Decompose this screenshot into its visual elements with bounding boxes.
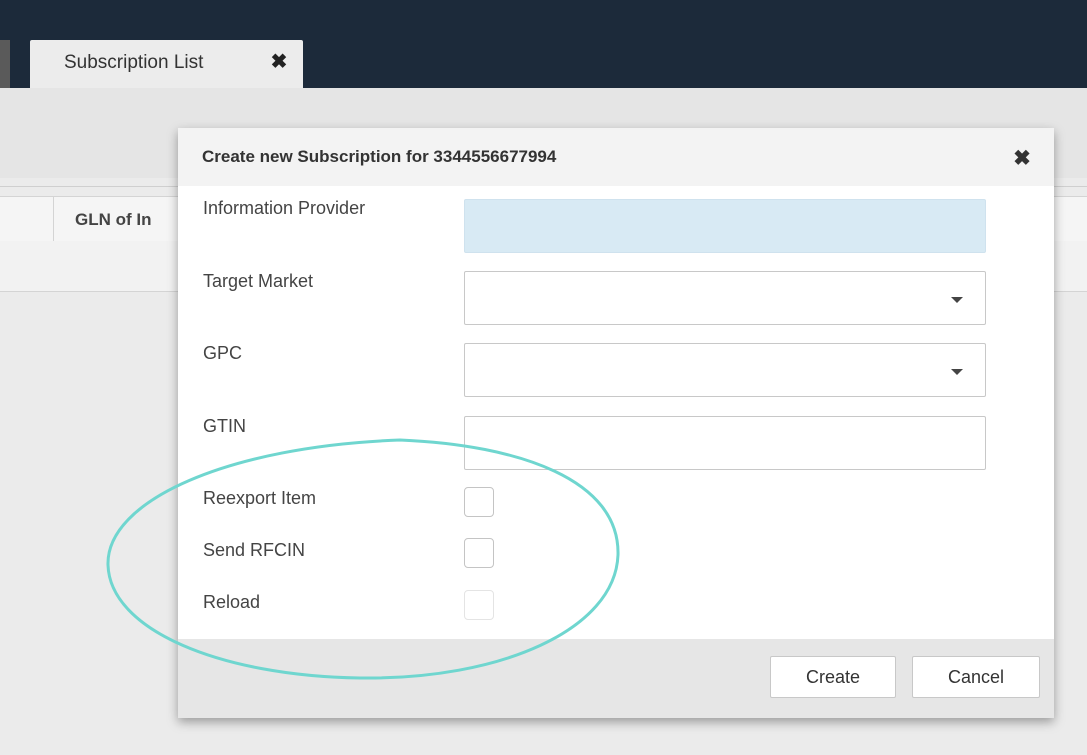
tab-label: Subscription List (64, 52, 204, 73)
chevron-down-icon (951, 297, 963, 303)
reexport-item-label: Reexport Item (203, 488, 317, 508)
tab-subscription-list[interactable]: Subscription List ✖ (30, 40, 303, 88)
chevron-down-icon (951, 369, 963, 375)
information-provider-label: Information Provider (203, 198, 366, 218)
gtin-label: GTIN (203, 416, 246, 436)
previous-tab-stub[interactable] (0, 40, 10, 88)
close-icon[interactable]: ✖ (1010, 146, 1034, 170)
information-provider-field[interactable] (464, 199, 986, 253)
target-market-label: Target Market (203, 271, 314, 291)
send-rfcin-checkbox[interactable] (464, 538, 494, 568)
top-navigation-bar: Subscription List ✖ (0, 0, 1087, 88)
gtin-field[interactable] (464, 416, 986, 470)
create-subscription-dialog: Create new Subscription for 334455667799… (178, 128, 1054, 718)
dialog-title: Create new Subscription for 334455667799… (202, 147, 557, 166)
send-rfcin-label: Send RFCIN (203, 540, 306, 560)
reload-checkbox[interactable] (464, 590, 494, 620)
create-button[interactable]: Create (770, 656, 896, 698)
reload-label: Reload (203, 592, 261, 612)
gpc-select[interactable] (464, 343, 986, 397)
reexport-item-checkbox[interactable] (464, 487, 494, 517)
close-icon[interactable]: ✖ (268, 50, 290, 73)
cancel-button[interactable]: Cancel (912, 656, 1040, 698)
target-market-select[interactable] (464, 271, 986, 325)
column-separator (53, 197, 54, 241)
dialog-footer: Create Cancel (178, 639, 1054, 718)
column-header-gln[interactable]: GLN of In (75, 210, 151, 230)
gpc-label: GPC (203, 343, 243, 363)
dialog-header: Create new Subscription for 334455667799… (178, 128, 1054, 186)
